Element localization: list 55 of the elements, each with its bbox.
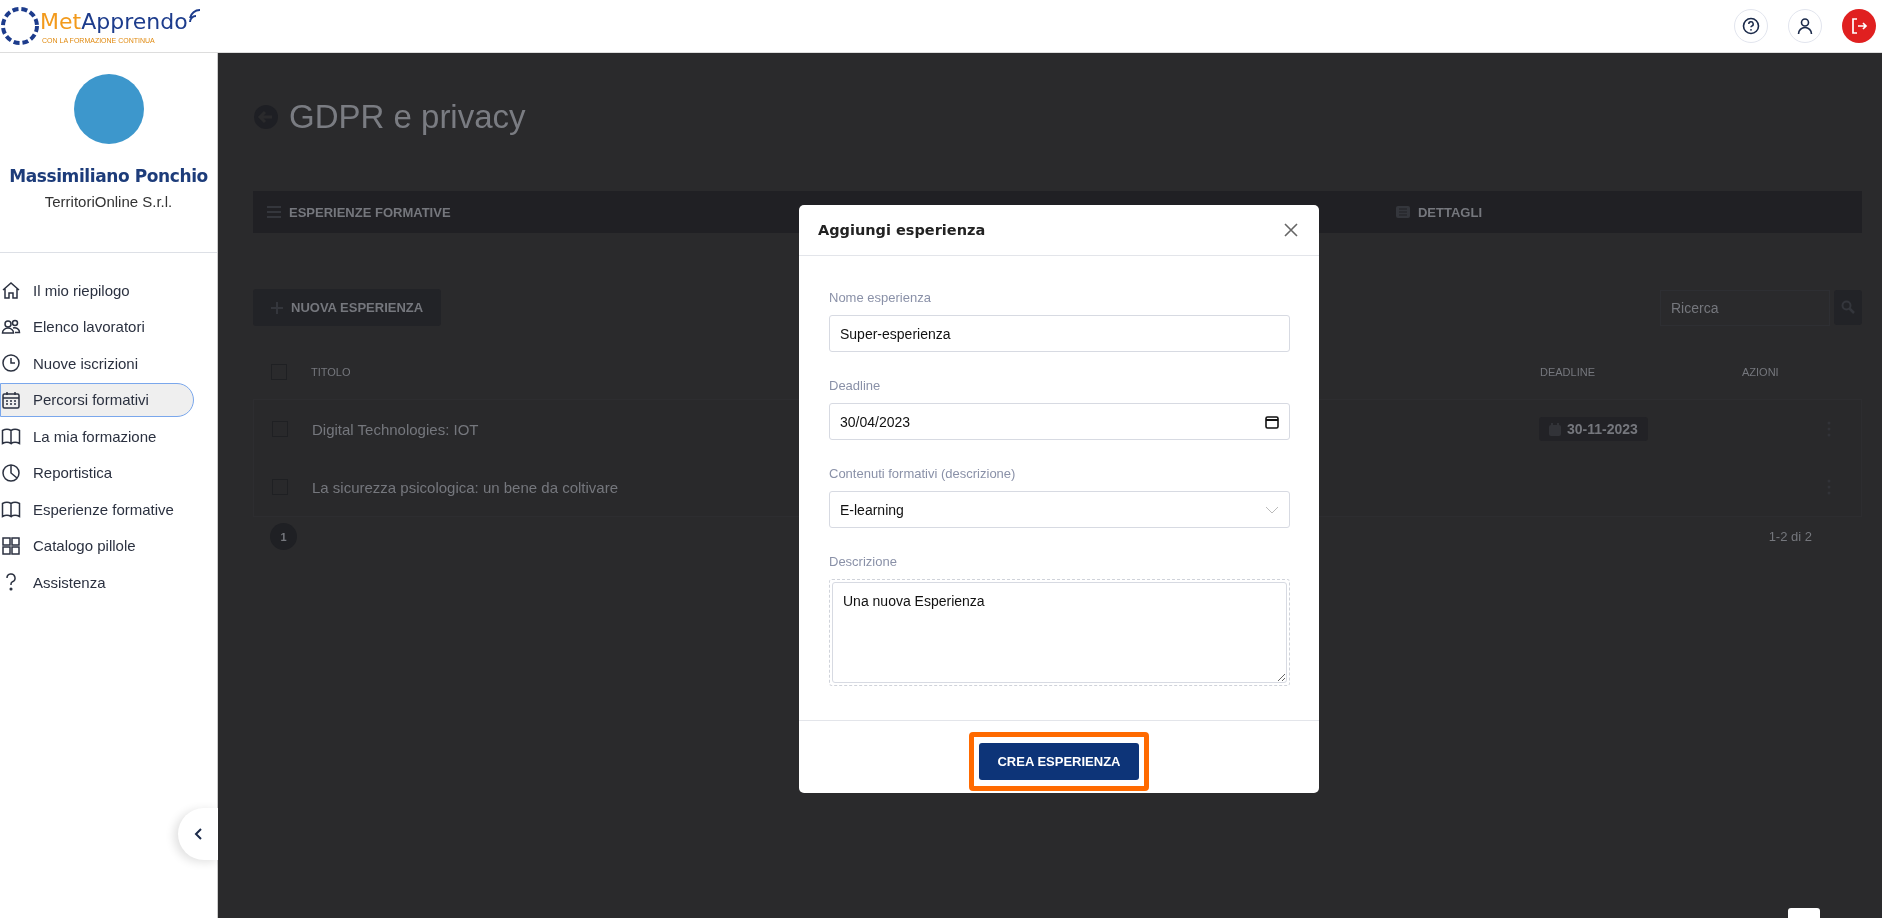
sidebar-item[interactable]: Percorsi formativi <box>0 382 194 417</box>
table-cell: La sicurezza psicologica: un bene da coltivare <box>312 478 618 496</box>
book-icon <box>1 426 21 447</box>
sidebar-item[interactable]: Il mio riepilogo <box>0 273 194 308</box>
field-label: Nome esperienza <box>829 290 932 305</box>
date-field[interactable]: 30/04/2023 <box>829 403 1290 440</box>
grid-icon <box>1 535 21 556</box>
scroll-top-button[interactable] <box>1788 908 1820 918</box>
menu-icon <box>267 206 281 218</box>
sidebar-item[interactable]: Elenco lavoratori <box>0 309 194 344</box>
question-mark-icon <box>1742 17 1760 35</box>
clock-icon <box>1 353 21 374</box>
field-label: Deadline <box>829 378 882 393</box>
field-label: Descrizione <box>829 554 898 569</box>
column-header: TITOLO <box>311 366 351 378</box>
list-icon <box>1395 206 1410 218</box>
page-title: GDPR e privacy <box>289 98 526 136</box>
name-field[interactable]: Super-esperienza <box>829 315 1290 352</box>
collapse-button[interactable] <box>178 808 220 860</box>
help-button[interactable] <box>1734 9 1768 43</box>
pagination-range: 1-2 di 2 <box>1768 529 1812 544</box>
sidebar-item[interactable]: Esperienze formative <box>0 492 194 527</box>
column-header: DEADLINE <box>1540 366 1596 378</box>
home-icon <box>1 280 21 301</box>
chevron-left-icon <box>194 828 204 840</box>
person-icon <box>1796 17 1814 35</box>
profile-button[interactable] <box>1788 9 1822 43</box>
description-field[interactable]: Una nuova Esperienza <box>832 582 1287 683</box>
dialog-title: Aggiungi esperienza <box>818 222 986 238</box>
page-button[interactable]: 1 <box>270 523 297 550</box>
book-icon <box>1 499 21 520</box>
tab[interactable]: ESPERIENZE FORMATIVE <box>267 204 451 220</box>
table-cell: Digital Technologies: IOT <box>312 420 479 438</box>
deadline-badge: 30-11-2023 <box>1539 417 1648 441</box>
column-header: AZIONI <box>1742 366 1779 378</box>
create-experience-button[interactable]: CREA ESPERIENZA <box>979 742 1139 780</box>
logout-icon <box>1850 17 1868 35</box>
company-name: TerritoriOnline S.r.l. <box>44 193 173 210</box>
sidebar-item[interactable]: Reportistica <box>0 455 194 490</box>
new-experience-button[interactable]: NUOVA ESPERIENZA <box>253 289 442 326</box>
search-field[interactable]: Ricerca <box>1660 289 1830 326</box>
sidebar-item[interactable]: Assistenza <box>0 565 194 600</box>
chevron-down-icon <box>1265 505 1279 514</box>
calendar-icon <box>1 389 21 410</box>
pie-chart-icon <box>1 462 21 483</box>
select-field[interactable]: E-learning <box>829 491 1290 528</box>
tab[interactable]: DETTAGLI <box>1395 204 1482 220</box>
sidebar-item[interactable]: Nuove iscrizioni <box>0 346 194 381</box>
logout-button[interactable] <box>1842 9 1876 43</box>
user-name: Massimiliano Ponchio <box>9 166 208 186</box>
sidebar-item[interactable]: Catalogo pillole <box>0 528 194 563</box>
close-button[interactable] <box>1283 222 1299 238</box>
calendar-icon[interactable] <box>1265 414 1279 429</box>
sidebar-item[interactable]: La mia formazione <box>0 419 194 454</box>
field-label: Contenuti formativi (descrizione) <box>829 466 1017 481</box>
